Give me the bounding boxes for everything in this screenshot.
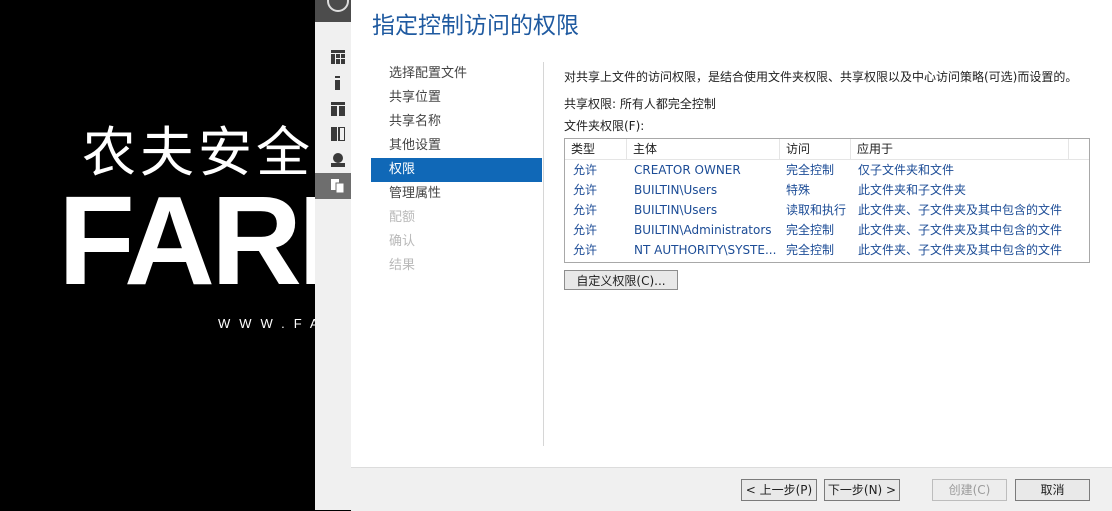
page-title: 指定控制访问的权限 xyxy=(372,13,579,39)
folder-permissions-label: 文件夹权限(F): xyxy=(564,119,645,133)
cell-type: 允许 xyxy=(573,243,598,257)
cell-applies-to: 此文件夹、子文件夹及其中包含的文件 xyxy=(858,203,1063,217)
cell-applies-to: 此文件夹、子文件夹及其中包含的文件 xyxy=(858,243,1063,257)
file-storage-icon[interactable] xyxy=(331,127,345,141)
cell-principal: CREATOR OWNER xyxy=(634,163,741,177)
cell-principal: BUILTIN\Users xyxy=(634,183,718,197)
local-server-icon[interactable] xyxy=(331,76,345,90)
cell-access: 读取和执行 xyxy=(786,203,847,217)
desktop-wallpaper: 农夫安全 FARM WWW.FA xyxy=(0,0,315,510)
column-header-applies-to[interactable]: 应用于 xyxy=(851,139,1069,159)
cell-applies-to: 仅子文件夹和文件 xyxy=(858,163,955,177)
previous-button[interactable]: < 上一步(P) xyxy=(741,479,817,501)
all-servers-icon[interactable] xyxy=(331,102,345,116)
vertical-divider xyxy=(543,62,544,446)
share-permissions-text: 共享权限: 所有人都完全控制 xyxy=(564,97,716,111)
cell-principal: NT AUTHORITY\SYSTE... xyxy=(634,243,777,257)
cell-type: 允许 xyxy=(573,163,598,177)
wizard-footer: < 上一步(P) 下一步(N) > 创建(C) 取消 xyxy=(351,467,1112,511)
step-permissions[interactable]: 权限 xyxy=(371,158,542,182)
cell-principal: BUILTIN\Users xyxy=(634,203,718,217)
column-header-type[interactable]: 类型 xyxy=(565,139,627,159)
back-arrow-icon[interactable] xyxy=(327,0,349,12)
cell-applies-to: 此文件夹和子文件夹 xyxy=(858,183,967,197)
cell-access: 完全控制 xyxy=(786,223,835,237)
dashboard-icon[interactable] xyxy=(331,50,345,64)
permissions-description: 对共享上文件的访问权限，是结合使用文件夹权限、共享权限以及中心访问策略(可选)而… xyxy=(564,70,1078,84)
table-row[interactable]: 允许 CREATOR OWNER 完全控制 仅子文件夹和文件 xyxy=(565,160,1089,180)
column-header-principal[interactable]: 主体 xyxy=(627,139,780,159)
cell-type: 允许 xyxy=(573,223,598,237)
server-manager-sidebar xyxy=(315,0,351,510)
step-management-properties[interactable]: 管理属性 xyxy=(371,182,542,206)
step-confirmation: 确认 xyxy=(389,234,416,249)
table-header: 类型 主体 访问 应用于 xyxy=(565,139,1089,160)
server-manager-header xyxy=(315,0,351,22)
table-row[interactable]: 允许 BUILTIN\Users 特殊 此文件夹和子文件夹 xyxy=(565,180,1089,200)
next-button[interactable]: 下一步(N) > xyxy=(824,479,900,501)
cell-type: 允许 xyxy=(573,203,598,217)
cancel-button[interactable]: 取消 xyxy=(1015,479,1090,501)
cell-principal: BUILTIN\Administrators xyxy=(634,223,772,237)
step-select-profile[interactable]: 选择配置文件 xyxy=(371,62,542,86)
cell-access: 特殊 xyxy=(786,183,811,197)
cell-type: 允许 xyxy=(573,183,598,197)
step-share-location[interactable]: 共享位置 xyxy=(371,86,542,110)
iis-icon[interactable] xyxy=(331,153,345,167)
step-share-name[interactable]: 共享名称 xyxy=(371,110,542,134)
column-header-access[interactable]: 访问 xyxy=(780,139,851,159)
create-button: 创建(C) xyxy=(932,479,1007,501)
table-row[interactable]: 允许 BUILTIN\Administrators 完全控制 此文件夹、子文件夹… xyxy=(565,220,1089,240)
step-quota: 配额 xyxy=(389,210,416,225)
shares-icon xyxy=(331,179,345,193)
wizard-steps: 选择配置文件 共享位置 共享名称 其他设置 权限 管理属性 配额 确认 结果 xyxy=(371,62,542,278)
step-other-settings[interactable]: 其他设置 xyxy=(371,134,542,158)
table-row[interactable]: 允许 BUILTIN\Users 读取和执行 此文件夹、子文件夹及其中包含的文件 xyxy=(565,200,1089,220)
cell-access: 完全控制 xyxy=(786,243,835,257)
custom-permissions-button[interactable]: 自定义权限(C)... xyxy=(564,270,678,290)
cell-access: 完全控制 xyxy=(786,163,835,177)
new-share-wizard: 指定控制访问的权限 选择配置文件 共享位置 共享名称 其他设置 权限 管理属性 … xyxy=(351,0,1112,511)
wallpaper-url-text: WWW.FA xyxy=(218,316,315,331)
wallpaper-english-text: FARM xyxy=(58,170,315,311)
server-manager-selected-item[interactable] xyxy=(315,173,351,199)
table-row[interactable]: 允许 NT AUTHORITY\SYSTE... 完全控制 此文件夹、子文件夹及… xyxy=(565,240,1089,260)
step-results: 结果 xyxy=(389,258,416,273)
cell-applies-to: 此文件夹、子文件夹及其中包含的文件 xyxy=(858,223,1063,237)
folder-permissions-table[interactable]: 类型 主体 访问 应用于 允许 CREATOR OWNER 完全控制 仅子文件夹… xyxy=(564,138,1090,263)
